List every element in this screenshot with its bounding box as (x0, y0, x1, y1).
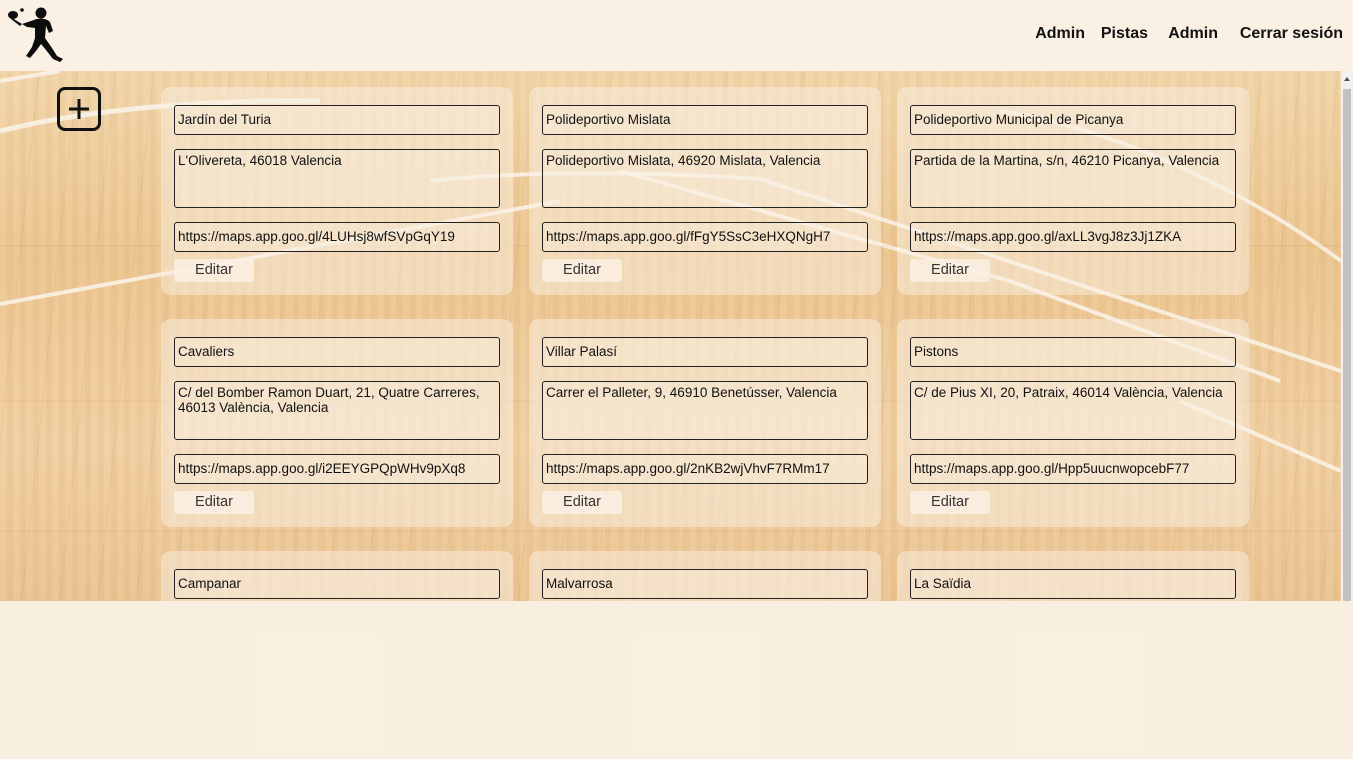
court-card: Cavaliers C/ del Bomber Ramon Duart, 21,… (161, 319, 513, 527)
court-url-input[interactable]: https://maps.app.goo.gl/i2EEYGPQpWHv9pXq… (174, 454, 500, 484)
court-address-textarea[interactable]: Carrer el Palleter, 9, 46910 Benetússer,… (542, 381, 868, 440)
edit-button[interactable]: Editar (174, 259, 254, 282)
scrollbar-thumb[interactable] (1343, 89, 1351, 601)
court-url-input[interactable]: https://maps.app.goo.gl/axLL3vgJ8z3Jj1ZK… (910, 222, 1236, 252)
court-name-input[interactable]: Pistons (910, 337, 1236, 367)
court-name-input[interactable]: Malvarrosa (542, 569, 868, 599)
edit-button[interactable]: Editar (174, 491, 254, 514)
court-card: Malvarrosa (529, 551, 881, 759)
plus-icon (69, 99, 89, 119)
edit-button[interactable]: Editar (542, 259, 622, 282)
court-card: Jardín del Turia L'Olivereta, 46018 Vale… (161, 87, 513, 295)
court-address-textarea[interactable]: Polideportivo Mislata, 46920 Mislata, Va… (542, 149, 868, 208)
court-address-textarea[interactable]: C/ de Pius XI, 20, Patraix, 46014 Valènc… (910, 381, 1236, 440)
edit-button[interactable]: Editar (910, 259, 990, 282)
nav-pistas-link[interactable]: Pistas (1101, 25, 1148, 43)
court-card: Pistons C/ de Pius XI, 20, Patraix, 4601… (897, 319, 1249, 527)
nav-admin-link[interactable]: Admin (1035, 25, 1085, 43)
top-header: Admin Pistas Admin Cerrar sesión (0, 0, 1353, 71)
court-name-input[interactable]: Campanar (174, 569, 500, 599)
scroll-up-arrow-icon[interactable] (1344, 77, 1350, 81)
court-card: Campanar (161, 551, 513, 759)
nav-admin-link-2[interactable]: Admin (1168, 25, 1218, 43)
court-name-input[interactable]: Villar Palasí (542, 337, 868, 367)
court-url-input[interactable]: https://maps.app.goo.gl/fFgY5SsC3eHXQNgH… (542, 222, 868, 252)
edit-button[interactable]: Editar (542, 491, 622, 514)
court-name-input[interactable]: Jardín del Turia (174, 105, 500, 135)
court-address-textarea[interactable]: L'Olivereta, 46018 Valencia (174, 149, 500, 208)
vertical-scrollbar[interactable] (1341, 71, 1353, 601)
court-name-input[interactable]: La Saïdia (910, 569, 1236, 599)
court-url-input[interactable]: https://maps.app.goo.gl/4LUHsj8wfSVpGqY1… (174, 222, 500, 252)
court-url-input[interactable]: https://maps.app.goo.gl/Hpp5uucnwopcebF7… (910, 454, 1236, 484)
edit-button[interactable]: Editar (910, 491, 990, 514)
court-address-textarea[interactable]: Partida de la Martina, s/n, 46210 Picany… (910, 149, 1236, 208)
court-name-input[interactable]: Cavaliers (174, 337, 500, 367)
court-address-textarea[interactable]: C/ del Bomber Ramon Duart, 21, Quatre Ca… (174, 381, 500, 440)
court-url-input[interactable]: https://maps.app.goo.gl/2nKB2wjVhvF7RMm1… (542, 454, 868, 484)
padel-player-silhouette-icon[interactable] (8, 4, 66, 62)
court-card: Polideportivo Municipal de Picanya Parti… (897, 87, 1249, 295)
court-name-input[interactable]: Polideportivo Mislata (542, 105, 868, 135)
nav-logout-link[interactable]: Cerrar sesión (1240, 25, 1343, 43)
court-card: Villar Palasí Carrer el Palleter, 9, 469… (529, 319, 881, 527)
add-court-button[interactable] (57, 87, 101, 131)
court-card: Polideportivo Mislata Polideportivo Misl… (529, 87, 881, 295)
court-name-input[interactable]: Polideportivo Municipal de Picanya (910, 105, 1236, 135)
court-card: La Saïdia (897, 551, 1249, 759)
